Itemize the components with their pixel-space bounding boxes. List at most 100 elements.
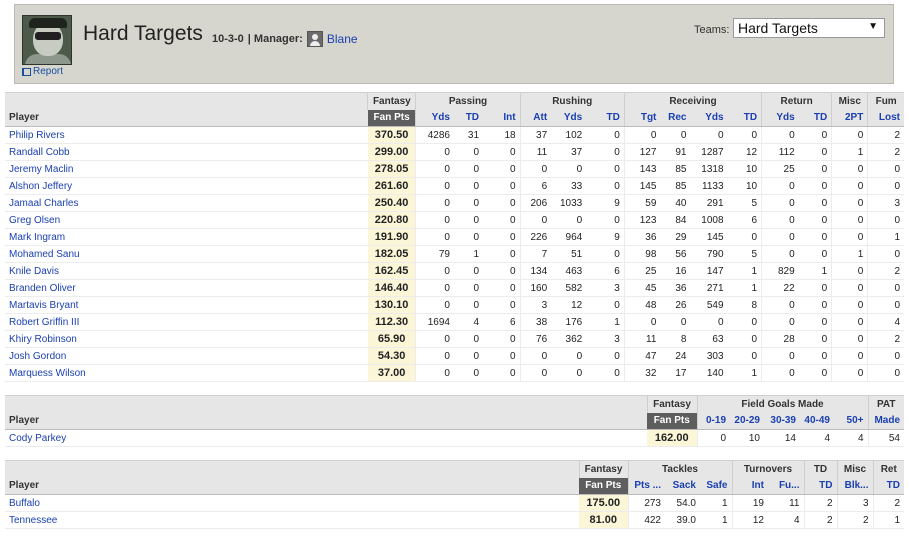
stat-cell: 362 [551,330,587,348]
player-name-link[interactable]: Khiry Robinson [5,330,368,348]
column-header[interactable]: 2PT [831,109,868,127]
column-header-player[interactable]: Player [5,412,647,430]
stat-cell: 0 [761,228,799,246]
table-row: Jamaal Charles 250.40 0 0 0 206 1033 9 59 40 291 5 0… [5,194,904,212]
column-header[interactable]: 30-39 [764,412,800,430]
column-header[interactable]: TD [727,109,762,127]
player-name-link[interactable]: Josh Gordon [5,347,368,365]
stat-cell: 1 [700,494,732,512]
report-link[interactable]: Report [22,66,63,77]
stat-cell: 9 [586,194,625,212]
table-row: Knile Davis 162.45 0 0 0 134 463 6 25 16 147 1 829 1 0… [5,262,904,280]
column-header-player[interactable]: Player [5,109,368,127]
team-record: 10-3-0 [212,33,244,45]
column-header[interactable]: Tgt [623,109,661,127]
player-name-link[interactable]: Philip Rivers [5,126,368,144]
stat-cell: 0 [586,364,625,382]
column-header[interactable]: Blk... [836,477,873,495]
report-label: Report [33,66,64,77]
fantasy-points: 162.00 [647,429,697,447]
stat-cell: 0 [798,347,832,365]
stat-cell: 36 [660,279,691,297]
column-header[interactable]: Yds [761,109,799,127]
stat-cell: 79 [415,245,454,263]
column-header[interactable]: 0-19 [696,412,730,430]
stat-cell: 549 [690,296,728,314]
column-header[interactable]: Yds [690,109,728,127]
player-name-link[interactable]: Mark Ingram [5,228,368,246]
table-row: Josh Gordon 54.30 0 0 0 0 0 0 47 24 303 0 0 0 0 0 [5,347,904,365]
stat-cell: 26 [660,296,691,314]
teams-select[interactable]: Hard Targets ▼ [733,18,885,38]
fantasy-points: 250.40 [367,194,416,212]
player-name-link[interactable]: Robert Griffin III [5,313,368,331]
player-name-link[interactable]: Jeremy Maclin [5,160,368,178]
stat-cell: 0 [727,126,762,144]
fantasy-points: 162.45 [367,262,416,280]
table-row: Tennessee 81.00 422 39.0 1 12 4 2 2 1 [5,511,904,529]
stat-cell: 0 [831,296,868,314]
stat-cell: 0 [483,177,521,195]
column-header-player[interactable]: Player [5,477,579,495]
column-header[interactable]: Safe [700,477,732,495]
column-header[interactable]: 40-49 [800,412,834,430]
column-header-fan-pts[interactable]: Fan Pts [579,477,628,495]
player-name-link[interactable]: Knile Davis [5,262,368,280]
stat-cell: 1033 [551,194,587,212]
column-header-fan-pts[interactable]: Fan Pts [647,412,697,430]
table-row: Philip Rivers 370.50 4286 31 18 37 102 0 0 0 0 0 0 0 0… [5,126,904,144]
column-header[interactable]: 20-29 [730,412,764,430]
column-header[interactable]: 50+ [834,412,868,430]
player-name-link[interactable]: Branden Oliver [5,279,368,297]
column-header[interactable]: TD [798,109,832,127]
manager-avatar-icon[interactable] [306,31,323,47]
player-name-link[interactable]: Jamaal Charles [5,194,368,212]
column-header[interactable]: Int [731,477,768,495]
player-name-link[interactable]: Randall Cobb [5,143,368,161]
player-name-link[interactable]: Cody Parkey [5,429,647,447]
column-header[interactable]: Rec [660,109,691,127]
stat-cell: 1133 [690,177,728,195]
column-header[interactable]: TD [453,109,484,127]
stat-cell: 11 [623,330,661,348]
stat-cell: 463 [551,262,587,280]
column-header[interactable]: Yds [551,109,587,127]
stat-cell: 0 [831,211,868,229]
stat-cell: 0 [798,296,832,314]
stat-cell: 0 [798,245,832,263]
column-header-fan-pts[interactable]: Fan Pts [367,109,416,127]
column-header[interactable]: TD [803,477,837,495]
column-header[interactable]: Lost [867,109,904,127]
column-header[interactable]: Fu... [768,477,804,495]
stat-cell: 32 [623,364,661,382]
column-header[interactable]: Sack [665,477,700,495]
stat-cell: 0 [586,177,625,195]
column-header[interactable]: Made [867,412,904,430]
column-header[interactable]: Yds [415,109,454,127]
stat-cell: 0 [483,143,521,161]
manager-name-link[interactable]: Blane [327,32,358,46]
stat-cell: 1287 [690,143,728,161]
stat-cell: 11 [519,143,552,161]
player-name-link[interactable]: Buffalo [5,494,579,512]
stat-cell: 0 [586,211,625,229]
stat-cell: 0 [551,160,587,178]
column-header[interactable]: Pts ... [627,477,665,495]
player-name-link[interactable]: Tennessee [5,511,579,529]
stat-cell: 0 [798,313,832,331]
team-avatar[interactable] [22,15,72,65]
column-header[interactable]: Att [519,109,552,127]
player-name-link[interactable]: Marquess Wilson [5,364,368,382]
column-header[interactable]: Int [483,109,521,127]
player-name-link[interactable]: Alshon Jeffery [5,177,368,195]
stat-cell: 45 [623,279,661,297]
fantasy-points: 175.00 [579,494,628,512]
column-header[interactable]: TD [586,109,625,127]
player-name-link[interactable]: Martavis Bryant [5,296,368,314]
kicker-stats-table: Fantasy Field Goals Made PAT Player Fan P… [5,395,904,447]
stat-cell: 0 [453,347,484,365]
column-header[interactable]: TD [872,477,904,495]
player-name-link[interactable]: Mohamed Sanu [5,245,368,263]
player-name-link[interactable]: Greg Olsen [5,211,368,229]
stat-cell: 0 [483,228,521,246]
